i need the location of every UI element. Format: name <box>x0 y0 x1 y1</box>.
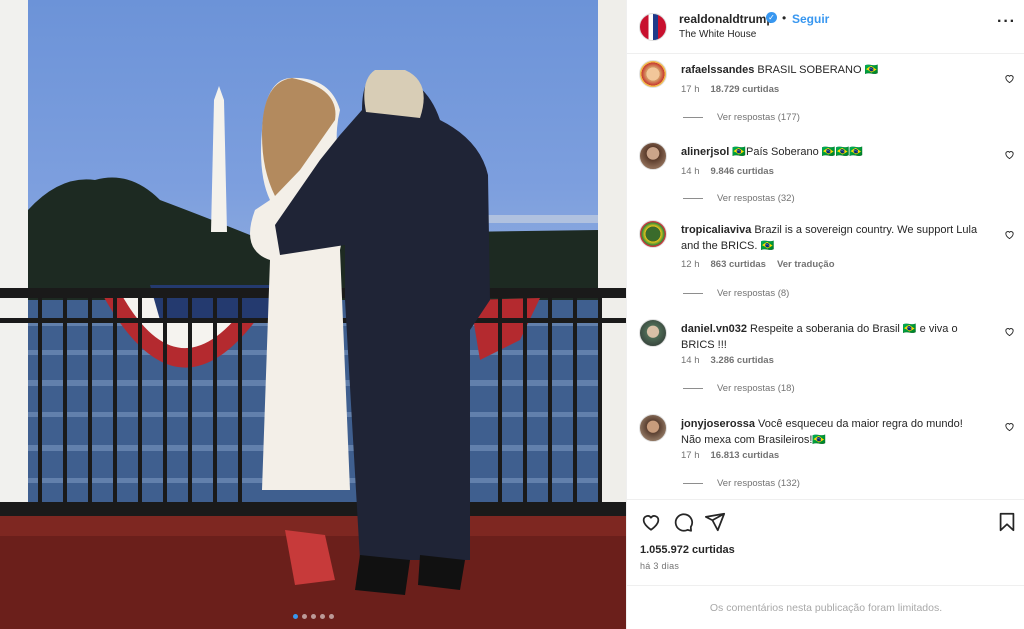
comment-text: rafaelssandes BRASIL SOBERANO 🇧🇷 <box>681 62 981 78</box>
see-translation-link[interactable]: Ver tradução <box>777 259 835 270</box>
view-replies-label: Ver respostas (177) <box>717 112 800 123</box>
follow-button[interactable]: Seguir <box>792 12 829 26</box>
commenter-avatar[interactable] <box>639 142 667 170</box>
author-avatar[interactable] <box>639 13 667 41</box>
separator-dot: • <box>782 11 787 25</box>
more-options-icon[interactable]: ··· <box>997 14 1015 31</box>
comment-meta: 12 h 863 curtidas Ver tradução <box>681 259 846 270</box>
comment-likes[interactable]: 18.729 curtidas <box>711 84 780 95</box>
view-replies-button[interactable]: Ver respostas (177) <box>683 112 800 123</box>
comment-heart-icon[interactable] <box>1004 326 1015 337</box>
comment-text: tropicaliaviva Brazil is a sovereign coun… <box>681 222 981 254</box>
comment-time: 14 h <box>681 166 700 177</box>
post-likes-count[interactable]: 1.055.972 curtidas <box>640 544 735 556</box>
replies-line <box>683 388 703 389</box>
commenter-username[interactable]: alinerjsol <box>681 146 729 158</box>
comment-text: alinerjsol 🇧🇷País Soberano 🇧🇷🇧🇷🇧🇷 <box>681 144 981 160</box>
view-replies-label: Ver respostas (32) <box>717 193 795 204</box>
comment-time: 12 h <box>681 259 700 270</box>
comment-heart-icon[interactable] <box>1004 149 1015 160</box>
commenter-avatar[interactable] <box>639 220 667 248</box>
comment-meta: 14 h 9.846 curtidas <box>681 166 785 177</box>
carousel-indicator <box>0 614 626 619</box>
comment-time: 17 h <box>681 84 700 95</box>
comment-meta: 17 h 18.729 curtidas <box>681 84 790 95</box>
comment-likes[interactable]: 863 curtidas <box>711 259 766 270</box>
post-photo[interactable] <box>0 0 626 629</box>
carousel-dot <box>328 614 334 619</box>
heart-icon[interactable] <box>640 511 662 533</box>
commenter-avatar[interactable] <box>639 319 667 347</box>
comment-text: daniel.vn032 Respeite a soberania do Bras… <box>681 321 981 353</box>
comment-meta: 17 h 16.813 curtidas <box>681 450 790 461</box>
replies-line <box>683 293 703 294</box>
commenter-username[interactable]: daniel.vn032 <box>681 323 747 335</box>
comment-content: 🇧🇷País Soberano 🇧🇷🇧🇷🇧🇷 <box>732 146 863 158</box>
comment-content: BRASIL SOBERANO 🇧🇷 <box>757 64 879 76</box>
carousel-dot <box>301 614 307 619</box>
view-replies-label: Ver respostas (8) <box>717 288 790 299</box>
comments-list: rafaelssandes BRASIL SOBERANO 🇧🇷 17 h 18.7… <box>627 55 1024 499</box>
replies-line <box>683 117 703 118</box>
comment-heart-icon[interactable] <box>1004 421 1015 432</box>
post-timestamp: há 3 dias <box>640 561 680 571</box>
commenter-username[interactable]: rafaelssandes <box>681 64 754 76</box>
comment-heart-icon[interactable] <box>1004 73 1015 84</box>
replies-line <box>683 483 703 484</box>
post-details-panel: realdonaldtrump ✓ • Seguir The White Hou… <box>626 0 1024 629</box>
carousel-dot <box>310 614 316 619</box>
bookmark-icon[interactable] <box>996 511 1018 533</box>
carousel-dot <box>292 614 298 619</box>
photo-scene <box>0 0 626 629</box>
comment-likes[interactable]: 9.846 curtidas <box>711 166 774 177</box>
post-location[interactable]: The White House <box>679 29 756 40</box>
author-username[interactable]: realdonaldtrump <box>679 12 774 26</box>
comment-icon[interactable] <box>672 511 694 533</box>
comment-meta: 14 h 3.286 curtidas <box>681 355 785 366</box>
comment-text: jonyjoserossa Você esqueceu da maior regr… <box>681 416 981 448</box>
comment-likes[interactable]: 3.286 curtidas <box>711 355 774 366</box>
commenter-username[interactable]: tropicaliaviva <box>681 224 751 236</box>
view-replies-label: Ver respostas (132) <box>717 478 800 489</box>
comment-heart-icon[interactable] <box>1004 229 1015 240</box>
comment-time: 14 h <box>681 355 700 366</box>
post-header: realdonaldtrump ✓ • Seguir The White Hou… <box>627 0 1024 54</box>
share-icon[interactable] <box>704 511 726 533</box>
view-replies-button[interactable]: Ver respostas (132) <box>683 478 800 489</box>
comment-likes[interactable]: 16.813 curtidas <box>711 450 780 461</box>
view-replies-button[interactable]: Ver respostas (18) <box>683 383 795 394</box>
carousel-dot <box>319 614 325 619</box>
view-replies-button[interactable]: Ver respostas (8) <box>683 288 789 299</box>
replies-line <box>683 198 703 199</box>
post-actions: 1.055.972 curtidas há 3 dias <box>627 499 1024 585</box>
comments-limited-notice: Os comentários nesta publicação foram li… <box>627 585 1024 629</box>
commenter-username[interactable]: jonyjoserossa <box>681 418 755 430</box>
verified-badge-icon: ✓ <box>766 12 777 23</box>
commenter-avatar[interactable] <box>639 414 667 442</box>
commenter-avatar[interactable] <box>639 60 667 88</box>
view-replies-label: Ver respostas (18) <box>717 383 795 394</box>
view-replies-button[interactable]: Ver respostas (32) <box>683 193 795 204</box>
comment-time: 17 h <box>681 450 700 461</box>
